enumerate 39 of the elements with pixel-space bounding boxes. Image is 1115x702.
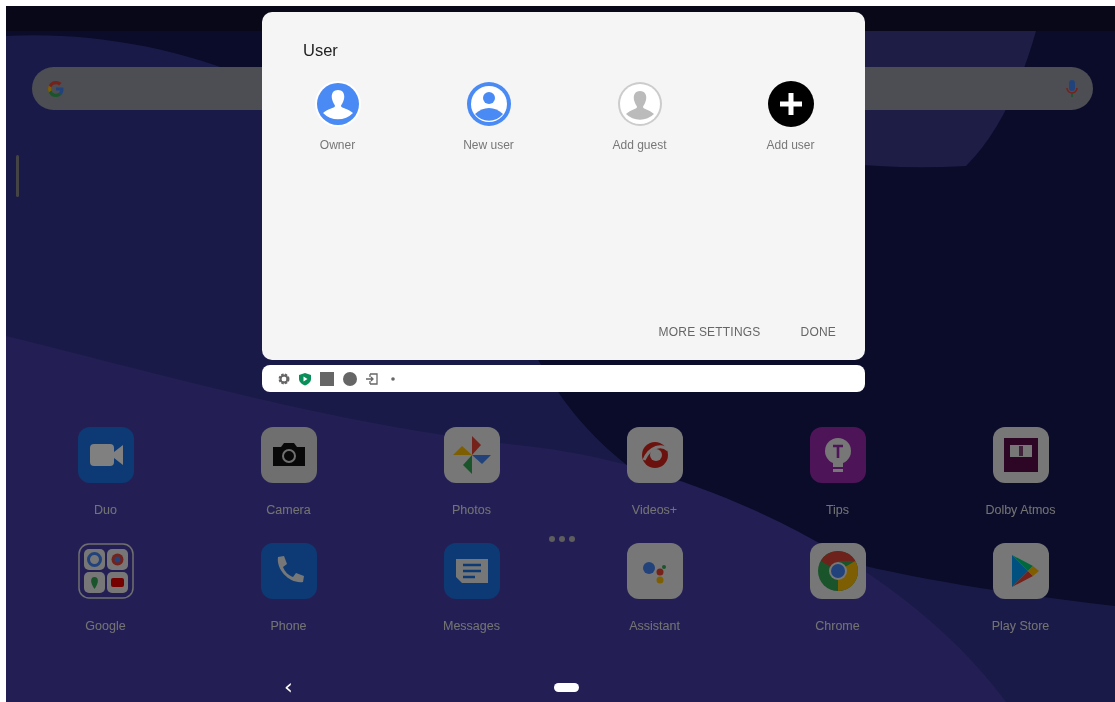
dialog-button[interactable]: DONE	[790, 319, 846, 345]
video-camera-icon[interactable]	[76, 426, 135, 484]
app-label: Play Store	[991, 619, 1050, 634]
app-label: Phone	[270, 619, 307, 634]
dialog-title: User	[303, 41, 339, 60]
ring-logo-icon[interactable]	[808, 542, 867, 600]
app-label: Assistant	[629, 619, 680, 634]
dots-icon[interactable]	[625, 542, 684, 600]
user-option[interactable]: Add guest	[564, 80, 715, 152]
lightbulb-icon[interactable]	[808, 426, 867, 484]
phone-icon[interactable]	[259, 542, 318, 600]
swirl-icon[interactable]	[625, 426, 684, 484]
user-option[interactable]: Owner	[262, 80, 413, 152]
camera-icon[interactable]	[259, 426, 318, 484]
user-option[interactable]: New user	[413, 80, 564, 152]
app-label: Google	[85, 619, 126, 634]
pinwheel-icon[interactable]	[442, 426, 501, 484]
user-option[interactable]: Add user	[715, 80, 866, 152]
person-avatar-icon	[615, 80, 664, 128]
person-avatar-icon	[313, 80, 362, 128]
home-button[interactable]	[553, 682, 579, 692]
message-icon[interactable]	[442, 542, 501, 600]
app-label: Duo	[94, 503, 117, 518]
scroll-indicator	[16, 155, 19, 197]
app-label: Camera	[266, 503, 311, 518]
back-button[interactable]: ‹	[282, 677, 295, 697]
person-avatar-icon	[464, 80, 513, 128]
double-d-icon[interactable]	[991, 426, 1050, 484]
page-indicator-icon	[549, 536, 575, 542]
app-label: Messages	[443, 619, 500, 634]
app-label: Tips	[825, 503, 850, 518]
add-icon	[766, 80, 815, 128]
g-logo-icon	[46, 78, 66, 99]
dialog-button[interactable]: MORE SETTINGS	[648, 319, 771, 345]
app-label: Dolby Atmos	[985, 503, 1056, 518]
app-label: Chrome	[815, 619, 860, 634]
app-label: Photos	[452, 503, 491, 518]
app-label: Videos+	[631, 503, 678, 518]
app-folder-icon[interactable]	[76, 542, 135, 600]
